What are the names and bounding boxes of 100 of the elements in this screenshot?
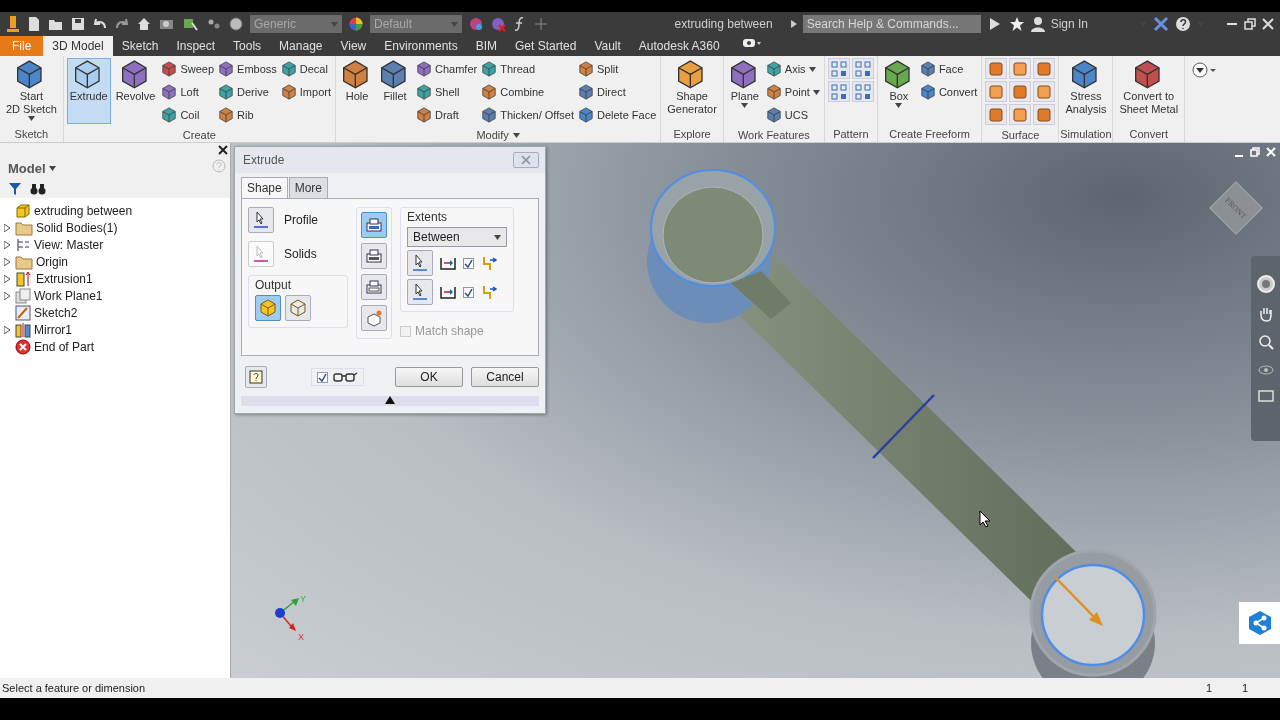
- surface-tool[interactable]: [985, 58, 1008, 79]
- ribbon-tab[interactable]: View: [331, 36, 376, 56]
- ribbon-tool[interactable]: Direct: [576, 81, 658, 103]
- ribbon-tool[interactable]: Thread: [480, 58, 575, 80]
- ribbon-tool[interactable]: Convert to Sheet Metal: [1116, 58, 1182, 124]
- box-icon: [481, 84, 498, 100]
- ribbon-tool[interactable]: Draft: [415, 104, 479, 126]
- ribbon-tab[interactable]: 3D Model: [43, 36, 113, 56]
- ribbon-tab[interactable]: Tools: [224, 36, 271, 56]
- ribbon-tool[interactable]: Import: [279, 81, 332, 103]
- ribbon-tool[interactable]: Shell: [415, 81, 479, 103]
- ribbon-tool[interactable]: Combine: [480, 81, 575, 103]
- ribbon-tool[interactable]: Sweep: [160, 58, 216, 80]
- ribbon-tool[interactable]: UCS: [764, 104, 821, 126]
- ribbon-tab[interactable]: Vault: [585, 36, 630, 56]
- tree-item[interactable]: End of Part: [34, 339, 95, 354]
- surface-tool[interactable]: [1033, 58, 1056, 79]
- caret-icon: [741, 103, 749, 108]
- browser-title[interactable]: Model: [8, 161, 46, 176]
- ribbon-tool[interactable]: Axis: [764, 58, 821, 80]
- dialog-tab[interactable]: More: [288, 177, 329, 198]
- close-button[interactable]: [513, 152, 539, 168]
- tree-item[interactable]: extruding between: [34, 203, 133, 218]
- surface-icon: [1012, 60, 1029, 77]
- tree-item[interactable]: View: Master: [34, 237, 104, 252]
- dialog-button[interactable]: OK: [395, 367, 463, 387]
- select-button[interactable]: [407, 250, 433, 276]
- ribbon-tool[interactable]: Split: [576, 58, 658, 80]
- ribbon-tool[interactable]: Face: [918, 58, 979, 80]
- ribbon-tab[interactable]: Inspect: [167, 36, 225, 56]
- dialog-button[interactable]: Cancel: [471, 367, 539, 387]
- operation-button[interactable]: [361, 305, 387, 331]
- output-option[interactable]: [255, 295, 281, 321]
- panel-label: Sketch: [14, 128, 49, 140]
- ribbon-tool[interactable]: Emboss: [217, 58, 278, 80]
- checkbox[interactable]: [463, 286, 474, 298]
- select-button[interactable]: [248, 241, 274, 267]
- ribbon-tool[interactable]: Fillet: [377, 58, 413, 124]
- ribbon-tab[interactable]: BIM: [466, 36, 506, 56]
- ribbon-tool[interactable]: Plane: [726, 58, 763, 124]
- ribbon-tool[interactable]: Delete Face: [576, 104, 658, 126]
- tree-item[interactable]: Extrusion1: [36, 271, 93, 286]
- selection-icon: [182, 16, 200, 32]
- ribbon-tool[interactable]: Extrude: [66, 58, 111, 124]
- ribbon-tool[interactable]: Coil: [160, 104, 216, 126]
- ribbon-tool[interactable]: Start 2D Sketch: [3, 58, 60, 124]
- surface-icon: [1036, 106, 1053, 123]
- operation-button[interactable]: [361, 243, 387, 269]
- surface-tool[interactable]: [985, 104, 1008, 125]
- ribbon-tool[interactable]: Loft: [160, 81, 216, 103]
- pattern-tool[interactable]: [827, 81, 850, 102]
- surface-tool[interactable]: [1033, 104, 1056, 125]
- select-button[interactable]: [407, 279, 433, 305]
- surface-tool[interactable]: [1009, 104, 1032, 125]
- ribbon-tab[interactable]: Sketch: [112, 36, 168, 56]
- tree-item[interactable]: Mirror1: [34, 322, 72, 337]
- ribbon-tool[interactable]: Revolve: [112, 58, 159, 124]
- checkbox[interactable]: [317, 371, 328, 383]
- pan-icon: [1258, 306, 1274, 322]
- checkbox[interactable]: [463, 257, 474, 269]
- pattern-tool[interactable]: [827, 58, 850, 79]
- surface-tool[interactable]: [985, 81, 1008, 102]
- ribbon-tool[interactable]: Point: [764, 81, 821, 103]
- surface-tool[interactable]: [1033, 81, 1056, 102]
- operation-button[interactable]: [361, 212, 387, 238]
- ribbon-tab[interactable]: Manage: [270, 36, 332, 56]
- select-button[interactable]: [248, 207, 274, 233]
- box-icon: [161, 84, 178, 100]
- help-button[interactable]: [245, 366, 267, 388]
- ribbon-tool[interactable]: Derive: [217, 81, 278, 103]
- pattern-tool[interactable]: [851, 81, 874, 102]
- ribbon-tool[interactable]: Shape Generator: [664, 58, 720, 124]
- tree-item[interactable]: Origin: [36, 254, 68, 269]
- tree-item[interactable]: Solid Bodies(1): [36, 220, 118, 235]
- ribbon-tool[interactable]: Decal: [279, 58, 332, 80]
- ribbon-tool[interactable]: Convert: [918, 81, 979, 103]
- expand-arrow-icon[interactable]: [4, 325, 10, 334]
- ribbon-tool[interactable]: Hole: [339, 58, 375, 124]
- surface-tool[interactable]: [1009, 81, 1032, 102]
- dialog-tab[interactable]: Shape: [241, 177, 288, 198]
- pattern-tool[interactable]: [851, 58, 874, 79]
- operation-button[interactable]: [361, 274, 387, 300]
- ribbon-tool[interactable]: Chamfer: [415, 58, 479, 80]
- surface-tool[interactable]: [1009, 58, 1032, 79]
- ribbon-tab[interactable]: Environments: [375, 36, 467, 56]
- ribbon-tool[interactable]: Box: [880, 58, 917, 124]
- ribbon-tab[interactable]: Get Started: [506, 36, 586, 56]
- ribbon-tool[interactable]: Stress Analysis: [1062, 58, 1110, 124]
- share-button[interactable]: [1239, 602, 1280, 644]
- ribbon-tool[interactable]: Thicken/ Offset: [480, 104, 575, 126]
- output-option[interactable]: [285, 295, 311, 321]
- ribbon-tab[interactable]: Autodesk A360: [629, 36, 729, 56]
- search-field[interactable]: Search Help & Commands...: [802, 15, 981, 33]
- ribbon-tool[interactable]: Rib: [217, 104, 278, 126]
- tree-item[interactable]: Work Plane1: [34, 288, 103, 303]
- tree-item[interactable]: Sketch2: [34, 305, 78, 320]
- group-label: Output: [255, 278, 293, 292]
- expand-arrow-icon: [790, 20, 797, 28]
- sign-in-link[interactable]: Sign In: [1050, 17, 1088, 31]
- extents-dropdown[interactable]: Between: [407, 227, 507, 247]
